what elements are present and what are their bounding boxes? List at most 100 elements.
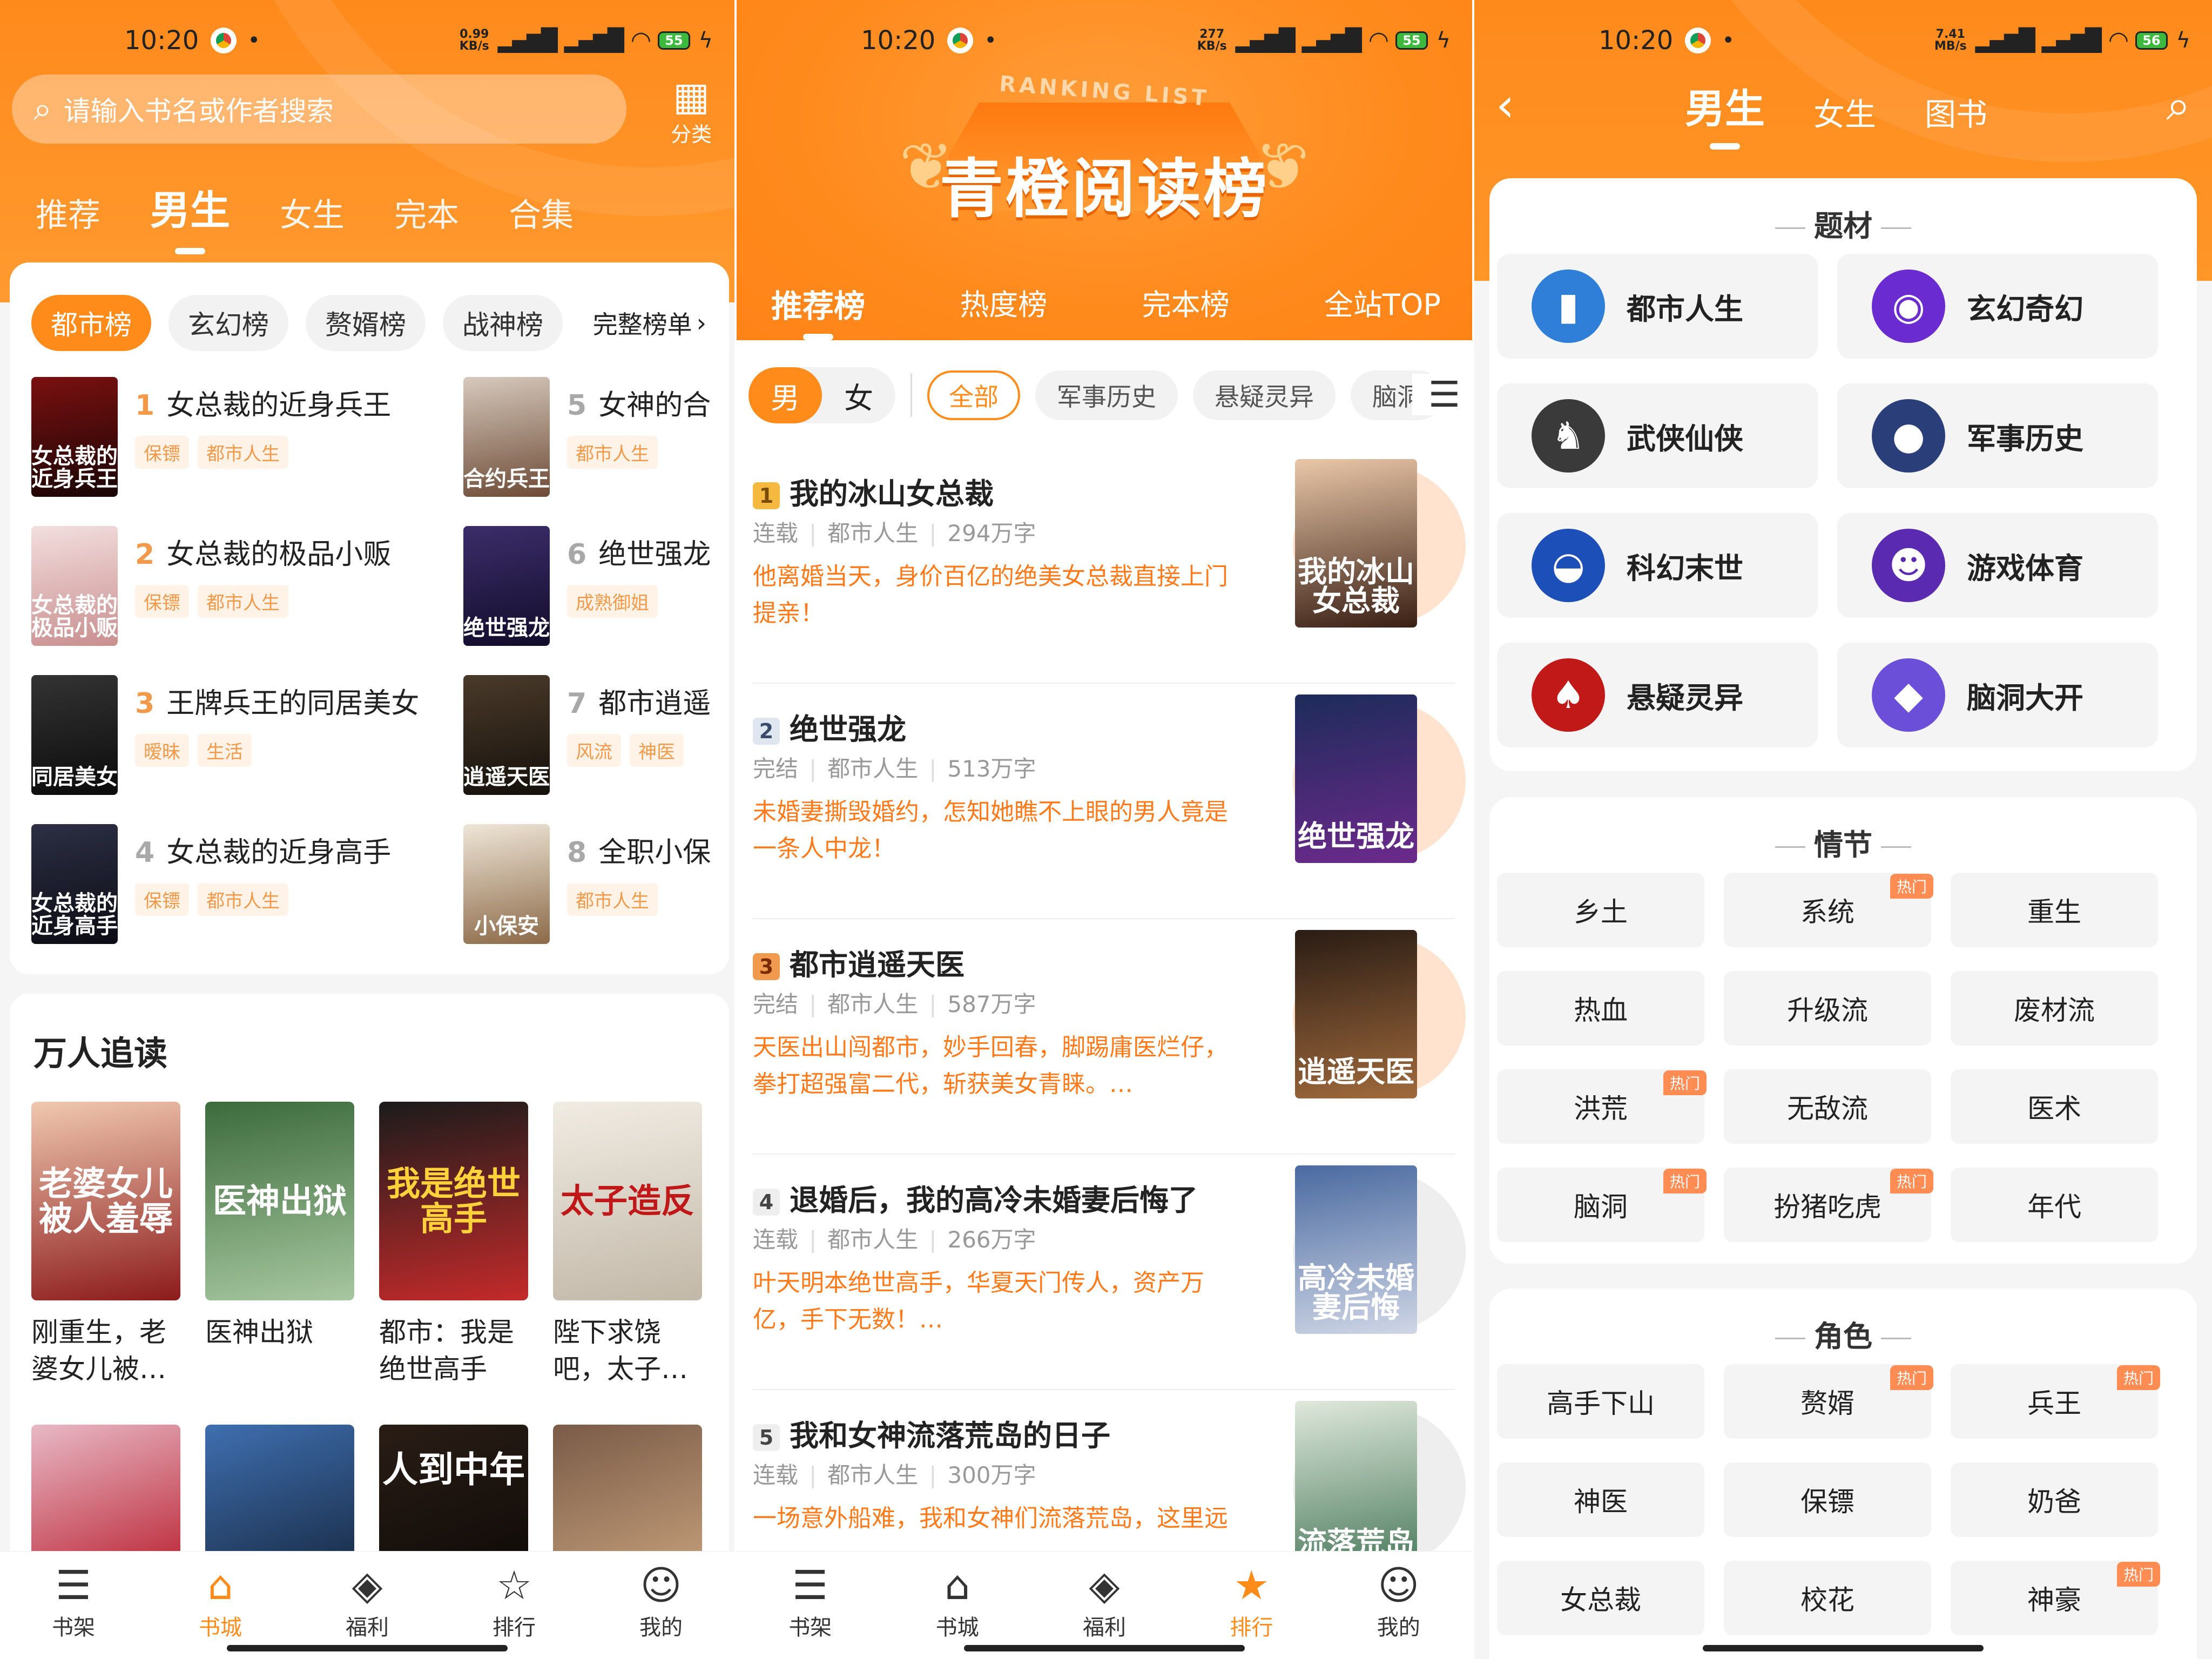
popular-book[interactable]: 太子造反 陛下求饶吧，太子… bbox=[553, 1102, 702, 1387]
filter-military[interactable]: 军事历史 bbox=[1035, 370, 1178, 420]
ranking-item[interactable]: 合约兵王 5 女神的合 都市人生 bbox=[463, 377, 729, 497]
charging-icon: ϟ bbox=[2176, 28, 2190, 53]
book-tag: 都市人生 bbox=[198, 585, 288, 618]
home-indicator[interactable] bbox=[964, 1645, 1245, 1651]
network-speed: 0.99 KB/s bbox=[459, 28, 489, 53]
nav-bookstore[interactable]: ⌂ 书城 bbox=[166, 1561, 274, 1641]
separator: | bbox=[929, 520, 937, 547]
home-indicator[interactable] bbox=[227, 1645, 508, 1651]
keyword-chip[interactable]: 奶爸 bbox=[1951, 1462, 2158, 1537]
book-item[interactable]: 4 退婚后，我的高冷未婚妻后悔了 连载 | 都市人生 | 266万字 叶天明本绝世高手，华夏天… bbox=[753, 1155, 1466, 1390]
ranking-tabs: 推荐榜 热度榜 完本榜 全站TOP bbox=[771, 281, 1441, 326]
genre-item[interactable]: ▮ 都市人生 bbox=[1497, 254, 1818, 359]
nav-profile[interactable]: ☺ 我的 bbox=[1345, 1561, 1453, 1641]
ranking-item[interactable]: 同居美女 3 王牌兵王的同居美女 暧昧 生活 bbox=[31, 675, 463, 795]
keyword-chip[interactable]: 年代 bbox=[1951, 1168, 2158, 1242]
chip-fantasy[interactable]: 玄幻榜 bbox=[168, 295, 288, 351]
book-meta: 完结 | 都市人生 | 513万字 bbox=[753, 751, 1036, 784]
nav-bookshelf[interactable]: ☰ 书架 bbox=[756, 1561, 864, 1641]
filter-all[interactable]: 全部 bbox=[927, 370, 1020, 420]
keyword-chip[interactable]: 无敌流 bbox=[1724, 1069, 1931, 1144]
tab-hot-rank[interactable]: 热度榜 bbox=[960, 281, 1047, 326]
keyword-chip[interactable]: 神豪 热门 bbox=[1951, 1561, 2160, 1635]
home-indicator[interactable] bbox=[1703, 1645, 1984, 1651]
keyword-chip[interactable]: 女总裁 bbox=[1497, 1561, 1704, 1635]
chip-urban[interactable]: 都市榜 bbox=[31, 295, 151, 351]
genre-item[interactable]: ♠ 悬疑灵异 bbox=[1497, 643, 1818, 747]
tab-male[interactable]: 男生 bbox=[1685, 77, 1765, 134]
genre-item[interactable]: ☻ 游戏体育 bbox=[1837, 513, 2158, 618]
separator: | bbox=[929, 1226, 937, 1253]
genre-item[interactable]: ◉ 玄幻奇幻 bbox=[1837, 254, 2158, 359]
keyword-chip[interactable]: 乡土 bbox=[1497, 873, 1704, 947]
keyword-chip[interactable]: 扮猪吃虎 热门 bbox=[1724, 1168, 1933, 1242]
genre-item[interactable]: ◆ 脑洞大开 bbox=[1837, 643, 2158, 747]
nav-profile[interactable]: ☺ 我的 bbox=[607, 1561, 715, 1641]
tab-female[interactable]: 女生 bbox=[280, 189, 345, 236]
category-button[interactable]: ▦ 分类 bbox=[671, 75, 712, 147]
ranking-screen: 10:20 • 277 KB/s ▂▄▆█ ▂▄▆█ ◠ 55 ϟ RANKING… bbox=[737, 0, 1472, 1659]
keyword-chip[interactable]: 赘婿 热门 bbox=[1724, 1364, 1933, 1439]
ranking-item[interactable]: 女总裁的近身高手 4 女总裁的近身高手 保镖 都市人生 bbox=[31, 824, 463, 944]
search-icon[interactable]: ⌕ bbox=[2166, 80, 2190, 131]
nav-welfare[interactable]: ◈ 福利 bbox=[313, 1561, 421, 1641]
popular-book[interactable]: 医神出狱 医神出狱 bbox=[205, 1102, 354, 1387]
ranking-icon: ☆ bbox=[496, 1562, 532, 1609]
genre-item[interactable]: ◒ 科幻末世 bbox=[1497, 513, 1818, 618]
keyword-chip[interactable]: 重生 bbox=[1951, 873, 2158, 947]
top-nav: ‹ 男生 女生 图书 ⌕ bbox=[1474, 76, 2212, 135]
keyword-chip[interactable]: 热血 bbox=[1497, 971, 1704, 1046]
ranking-item[interactable]: 女总裁的极品小贩 2 女总裁的极品小贩 保镖 都市人生 bbox=[31, 526, 463, 646]
book-name: 刚重生，老婆女儿被… bbox=[31, 1317, 166, 1385]
nav-bookshelf[interactable]: ☰ 书架 bbox=[19, 1561, 127, 1641]
genre-item[interactable]: ♞ 武侠仙侠 bbox=[1497, 383, 1818, 488]
nav-bookstore[interactable]: ⌂ 书城 bbox=[903, 1561, 1011, 1641]
chip-war-god[interactable]: 战神榜 bbox=[443, 295, 563, 351]
keyword-chip[interactable]: 洪荒 热门 bbox=[1497, 1069, 1707, 1144]
keyword-chip[interactable]: 升级流 bbox=[1724, 971, 1931, 1046]
tab-finished-rank[interactable]: 完本榜 bbox=[1142, 281, 1230, 326]
book-item[interactable]: 2 绝世强龙 完结 | 都市人生 | 513万字 未婚妻撕毁婚约，怎知她瞧不上眼的男人竟是一条… bbox=[753, 684, 1466, 919]
book-description: 未婚妻撕毁婚约，怎知她瞧不上眼的男人竟是一条人中龙！ bbox=[753, 798, 1228, 863]
genre-item[interactable]: ● 军事历史 bbox=[1837, 383, 2158, 488]
keyword-chip[interactable]: 高手下山 bbox=[1497, 1364, 1704, 1439]
back-arrow-icon[interactable]: ‹ bbox=[1496, 78, 1514, 132]
keyword-chip[interactable]: 保镖 bbox=[1724, 1462, 1931, 1537]
ranking-item[interactable]: 绝世强龙 6 绝世强龙 成熟御姐 bbox=[463, 526, 729, 646]
tab-female[interactable]: 女生 bbox=[1813, 89, 1876, 134]
ranking-item[interactable]: 小保安 8 全职小保 都市人生 bbox=[463, 824, 729, 944]
gender-male[interactable]: 男 bbox=[748, 367, 822, 423]
keyword-chip[interactable]: 系统 热门 bbox=[1724, 873, 1933, 947]
tab-finished[interactable]: 完本 bbox=[394, 189, 459, 236]
keyword-chip[interactable]: 脑洞 热门 bbox=[1497, 1168, 1707, 1242]
filter-mystery[interactable]: 悬疑灵异 bbox=[1193, 370, 1336, 420]
nav-ranking[interactable]: ☆ 排行 bbox=[460, 1561, 568, 1641]
tab-male[interactable]: 男生 bbox=[150, 178, 230, 236]
nav-ranking[interactable]: ★ 排行 bbox=[1197, 1561, 1305, 1641]
search-input[interactable]: ⌕ 请输入书名或作者搜索 bbox=[12, 75, 626, 144]
book-item[interactable]: 3 都市逍遥天医 完结 | 都市人生 | 587万字 天医出山闯都市，妙手回春，脚踢庸医烂仔，… bbox=[753, 919, 1466, 1155]
tab-recommend-rank[interactable]: 推荐榜 bbox=[771, 281, 865, 326]
chip-son-in-law[interactable]: 赘婿榜 bbox=[306, 295, 426, 351]
book-item[interactable]: 1 我的冰山女总裁 连载 | 都市人生 | 294万字 他离婚当天，身价百亿的绝美女总裁直接上… bbox=[753, 448, 1466, 684]
tab-books[interactable]: 图书 bbox=[1925, 89, 1987, 134]
menu-icon[interactable]: ☰ bbox=[1412, 374, 1460, 415]
tab-collection[interactable]: 合集 bbox=[509, 189, 574, 236]
full-list-link[interactable]: 完整榜单 › bbox=[593, 295, 706, 351]
nav-welfare[interactable]: ◈ 福利 bbox=[1050, 1561, 1158, 1641]
popular-book[interactable]: 我是绝世高手 都市：我是绝世高手 bbox=[379, 1102, 528, 1387]
keyword-chip[interactable]: 废材流 bbox=[1951, 971, 2158, 1046]
keyword-chip[interactable]: 兵王 热门 bbox=[1951, 1364, 2160, 1439]
tab-recommend[interactable]: 推荐 bbox=[36, 189, 100, 236]
ranking-item[interactable]: 女总裁的近身兵王 1 女总裁的近身兵王 保镖 都市人生 bbox=[31, 377, 463, 497]
cover-title: 人到中年 bbox=[382, 1449, 525, 1491]
keyword-chip[interactable]: 校花 bbox=[1724, 1561, 1931, 1635]
keyword-chip[interactable]: 医术 bbox=[1951, 1069, 2158, 1144]
gender-female[interactable]: 女 bbox=[822, 367, 895, 423]
tag-list: 保镖 都市人生 bbox=[135, 883, 391, 916]
signal-icon: ▂▄▆█ bbox=[1301, 28, 1362, 53]
popular-book[interactable]: 老婆女儿被人羞辱 刚重生，老婆女儿被… bbox=[31, 1102, 180, 1387]
tab-site-top[interactable]: 全站TOP bbox=[1324, 281, 1441, 326]
ranking-item[interactable]: 逍遥天医 7 都市逍遥 风流 神医 bbox=[463, 675, 729, 795]
keyword-chip[interactable]: 神医 bbox=[1497, 1462, 1704, 1537]
